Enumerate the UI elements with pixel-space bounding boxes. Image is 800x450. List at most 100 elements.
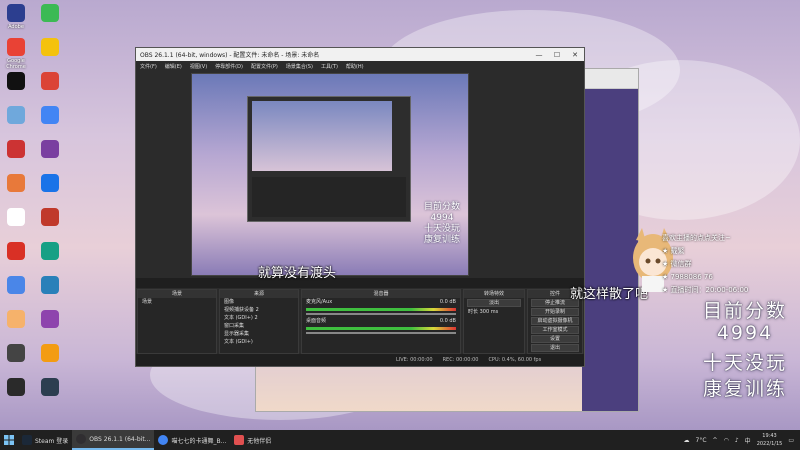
virtual-camera-button[interactable]: 启动虚拟摄像机 <box>531 317 579 325</box>
app-icon <box>7 38 25 56</box>
transition-select[interactable]: 淡出 <box>467 299 521 307</box>
volume-icon[interactable]: ♪ <box>735 437 739 444</box>
studio-mode-button[interactable]: 工作室模式 <box>531 326 579 334</box>
start-recording-button[interactable]: 开始录制 <box>531 308 579 316</box>
desktop-icon[interactable] <box>34 72 66 104</box>
desktop-icon[interactable] <box>34 310 66 342</box>
weather-icon[interactable]: ☁ <box>684 437 690 444</box>
system-tray: ☁ 7°C ^ ◠ ♪ 中 19:43 2022/1/15 ▭ <box>684 432 800 448</box>
desktop-icon[interactable] <box>34 242 66 274</box>
source-item[interactable]: 文本 (GDI+) 2 <box>220 314 298 322</box>
desktop-icon[interactable]: Google Chrome <box>0 38 32 70</box>
menu-scene-collection[interactable]: 场景集合(S) <box>286 63 313 70</box>
taskbar-item-obs[interactable]: OBS 26.1.1 (64-bit... <box>72 430 155 450</box>
volume-slider[interactable] <box>306 313 456 315</box>
menu-help[interactable]: 帮助(H) <box>346 63 364 70</box>
desktop-icon[interactable] <box>0 276 32 308</box>
desktop-icon[interactable] <box>0 106 32 138</box>
source-item[interactable]: 显示器采集 <box>220 330 298 338</box>
app-icon <box>41 4 59 22</box>
taskbar-item-companion[interactable]: 无他伴侣 <box>230 430 275 450</box>
overlay-line: ★ 戴繁 <box>662 247 685 255</box>
app-icon <box>41 106 59 124</box>
obs-window[interactable]: OBS 26.1.1 (64-bit, windows) - 配置文件: 未命名… <box>135 47 585 367</box>
obs-title-text: OBS 26.1.1 (64-bit, windows) - 配置文件: 未命名… <box>140 52 320 59</box>
chevron-up-icon[interactable]: ^ <box>713 437 718 444</box>
source-item[interactable]: 图像 <box>220 298 298 306</box>
obs-title-bar[interactable]: OBS 26.1.1 (64-bit, windows) - 配置文件: 未命名… <box>136 48 584 61</box>
desktop-icon[interactable] <box>0 310 32 342</box>
scene-item[interactable]: 场景 <box>138 298 216 306</box>
desktop-icon[interactable] <box>0 72 32 104</box>
desktop-icon[interactable] <box>34 276 66 308</box>
app-icon <box>41 208 59 226</box>
desktop-icon[interactable] <box>34 4 66 36</box>
settings-button[interactable]: 设置 <box>531 335 579 343</box>
desktop-icon-label <box>0 398 32 410</box>
duration-label: 时长 <box>468 309 479 315</box>
desktop-icon[interactable] <box>34 208 66 240</box>
menu-tools[interactable]: 工具(T) <box>321 63 338 70</box>
app-icon <box>41 276 59 294</box>
cpu-usage: CPU: 0.4%, 60.00 fps <box>488 357 542 363</box>
nested-preview <box>247 96 411 222</box>
taskbar-item-chrome[interactable]: 喵七七的卡通舞_B... <box>154 430 230 450</box>
exit-button[interactable]: 退出 <box>531 344 579 352</box>
menu-docks[interactable]: 停靠部件(D) <box>215 63 243 70</box>
desktop-icon[interactable] <box>0 378 32 410</box>
clock-time: 19:43 <box>762 433 777 439</box>
notification-icon[interactable]: ▭ <box>788 437 794 444</box>
desktop-icon[interactable] <box>34 174 66 206</box>
duration-input[interactable]: 300 ms <box>480 309 499 315</box>
app-icon <box>41 174 59 192</box>
desktop-icon[interactable] <box>0 140 32 172</box>
desktop-icon[interactable] <box>0 208 32 240</box>
desktop-icon-label <box>0 364 32 376</box>
desktop-icon-label <box>34 364 66 376</box>
desktop-icon-label <box>34 330 66 342</box>
transitions-dock-title: 转场特效 <box>464 290 524 298</box>
minimize-icon[interactable]: — <box>530 51 548 59</box>
desktop-icon-label <box>0 296 32 308</box>
desktop-icon[interactable] <box>0 242 32 274</box>
menu-profile[interactable]: 配置文件(P) <box>251 63 278 70</box>
desktop-icon[interactable] <box>0 174 32 206</box>
desktop-icon[interactable] <box>34 106 66 138</box>
desktop-icon[interactable] <box>34 378 66 410</box>
nested-preview-mixer <box>252 177 406 217</box>
desktop-icon[interactable]: Adobe <box>0 4 32 36</box>
source-item[interactable]: 窗口采集 <box>220 322 298 330</box>
start-button[interactable] <box>0 430 18 450</box>
live-time: LIVE: 00:00:00 <box>396 357 433 363</box>
desktop-icon[interactable] <box>0 344 32 376</box>
weather-text: 7°C <box>695 436 707 444</box>
close-icon[interactable]: ✕ <box>566 51 584 59</box>
desktop-icon[interactable] <box>34 344 66 376</box>
app-icon <box>41 140 59 158</box>
preview-caption-bar <box>136 278 584 288</box>
app-icon <box>41 310 59 328</box>
preview-line: 康复训练 <box>423 235 460 245</box>
volume-slider[interactable] <box>306 332 456 334</box>
app-icon <box>41 242 59 260</box>
desktop-icon-label <box>0 330 32 342</box>
maximize-icon[interactable]: ☐ <box>548 51 566 59</box>
ime-icon[interactable]: 中 <box>745 436 751 445</box>
menu-file[interactable]: 文件(F) <box>140 63 157 70</box>
rec-time: REC: 00:00:00 <box>442 357 479 363</box>
desktop-icon-label <box>0 194 32 206</box>
source-item[interactable]: 视频捕获设备 2 <box>220 306 298 314</box>
clock[interactable]: 19:43 2022/1/15 <box>757 432 783 448</box>
menu-edit[interactable]: 编辑(E) <box>165 63 182 70</box>
obs-preview[interactable]: 目前分数 4994 十天没玩 康复训练 <box>191 73 469 276</box>
taskbar-item-steam[interactable]: Steam 登录 <box>18 430 72 450</box>
desktop-icon[interactable] <box>34 140 66 172</box>
taskbar-label: 无他伴侣 <box>247 437 272 445</box>
menu-view[interactable]: 视图(V) <box>190 63 207 70</box>
mixer-label: 麦克风/Aux <box>306 299 333 305</box>
desktop-icon[interactable] <box>34 38 66 70</box>
source-item[interactable]: 文本 (GDI+) <box>220 338 298 346</box>
desktop-icon-label <box>0 262 32 274</box>
network-icon[interactable]: ◠ <box>724 437 729 444</box>
desktop: Adobe Google Chrome OBS 26.1.1 (64-bit, w… <box>0 0 800 430</box>
